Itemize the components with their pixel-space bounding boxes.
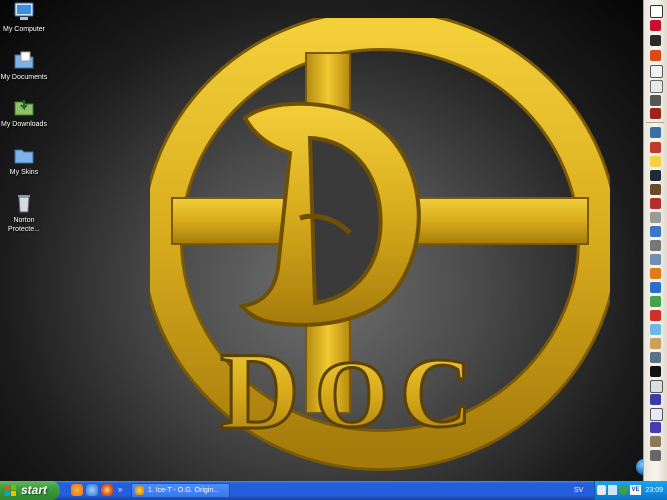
- desktop-icon-my-documents[interactable]: My Documents: [0, 50, 48, 82]
- desktop-icon-label: My Downloads: [1, 121, 47, 128]
- my-skins-icon: [13, 145, 35, 165]
- app-icon-red-circle[interactable]: [650, 310, 661, 321]
- desktop-icon-label: My Documents: [0, 74, 48, 81]
- firefox-side-icon[interactable]: [650, 268, 661, 279]
- app-icon-slate[interactable]: [650, 352, 661, 363]
- desktop-icon-my-downloads[interactable]: My Downloads: [0, 97, 48, 129]
- side-launcher-toolbar: [643, 0, 667, 481]
- my-downloads-icon: [13, 97, 35, 117]
- system-tray: VE 23:09: [594, 481, 667, 500]
- app-icon-red[interactable]: [650, 50, 661, 61]
- windows-flag-icon: [5, 485, 16, 496]
- my-computer-icon: [13, 2, 35, 22]
- taskbar: start » 1. Ice-T - O.G. Origin... SV VE …: [0, 481, 667, 500]
- start-button[interactable]: start: [0, 481, 60, 500]
- app-icon-printer[interactable]: [650, 254, 661, 265]
- app-icon-dark[interactable]: [650, 35, 661, 46]
- globe-icon: [636, 459, 643, 475]
- desktop-icon-label: My Computer: [2, 26, 45, 33]
- app-icon-shield[interactable]: [650, 198, 661, 209]
- internet-explorer-icon[interactable]: [86, 484, 98, 496]
- clock[interactable]: 23:09: [645, 481, 663, 500]
- app-icon-green[interactable]: [650, 296, 661, 307]
- update-icon[interactable]: [619, 485, 628, 495]
- headphones-icon[interactable]: [650, 380, 663, 393]
- app-icon-khaki[interactable]: [650, 436, 661, 447]
- app-icon-brown[interactable]: [650, 184, 661, 195]
- tools-icon[interactable]: [650, 450, 661, 461]
- app-icon-tan[interactable]: [650, 338, 661, 349]
- taskbar-window-button[interactable]: 1. Ice-T - O.G. Origin...: [131, 483, 230, 498]
- norton-recycle-bin-icon: [13, 193, 35, 213]
- media-player-icon[interactable]: [71, 484, 83, 496]
- wallpaper-gold-emblem: D O C: [150, 18, 610, 471]
- desktop-icon-label: Norton Protecte...: [8, 217, 40, 233]
- logo-letter-o: O: [315, 341, 389, 447]
- app-icon-blue[interactable]: [650, 127, 661, 138]
- network-icon[interactable]: [608, 485, 617, 495]
- app-icon-globe[interactable]: [650, 226, 661, 237]
- app-icon-black[interactable]: [650, 366, 661, 377]
- quick-launch-overflow[interactable]: »: [118, 481, 122, 498]
- ve-badge[interactable]: VE: [630, 485, 641, 495]
- taskbar-window-label: 1. Ice-T - O.G. Origin...: [148, 487, 220, 494]
- pencil-icon[interactable]: [650, 65, 663, 78]
- my-documents-icon: [13, 50, 35, 70]
- app-icon-indigo[interactable]: [650, 394, 661, 405]
- app-icon-maroon[interactable]: [650, 108, 661, 119]
- help-icon[interactable]: [597, 485, 606, 495]
- app-icon-yellow[interactable]: [650, 156, 661, 167]
- toolbar-divider: [646, 122, 664, 123]
- app-icon-window[interactable]: [650, 408, 663, 421]
- app-icon-light-blue[interactable]: [650, 324, 661, 335]
- logo-letter-d: D: [220, 330, 299, 452]
- app-icon-disk[interactable]: [650, 240, 661, 251]
- desktop: My Computer My Documents My Downloads My…: [0, 0, 643, 481]
- ie-side-icon[interactable]: [650, 282, 661, 293]
- logo-letter-c: C: [400, 337, 472, 448]
- desktop-icon-norton-protected[interactable]: Norton Protecte...: [0, 193, 48, 234]
- app-icon-grey[interactable]: [650, 212, 661, 223]
- firefox-icon[interactable]: [101, 484, 113, 496]
- app-icon-purple[interactable]: [650, 422, 661, 433]
- run-icon[interactable]: [650, 5, 663, 18]
- winamp-icon: [135, 486, 144, 495]
- desktop-icon-my-skins[interactable]: My Skins: [0, 145, 48, 177]
- flag-icon[interactable]: [650, 20, 661, 31]
- desktop-icon-my-computer[interactable]: My Computer: [0, 2, 48, 34]
- desktop-icon-label: My Skins: [9, 169, 39, 176]
- start-label: start: [21, 483, 48, 497]
- calculator-icon[interactable]: [650, 80, 663, 93]
- tool-icon[interactable]: [650, 95, 661, 106]
- language-indicator[interactable]: SV: [574, 481, 583, 500]
- terminal-icon[interactable]: [650, 170, 661, 181]
- app-icon-acrobat[interactable]: [650, 142, 661, 153]
